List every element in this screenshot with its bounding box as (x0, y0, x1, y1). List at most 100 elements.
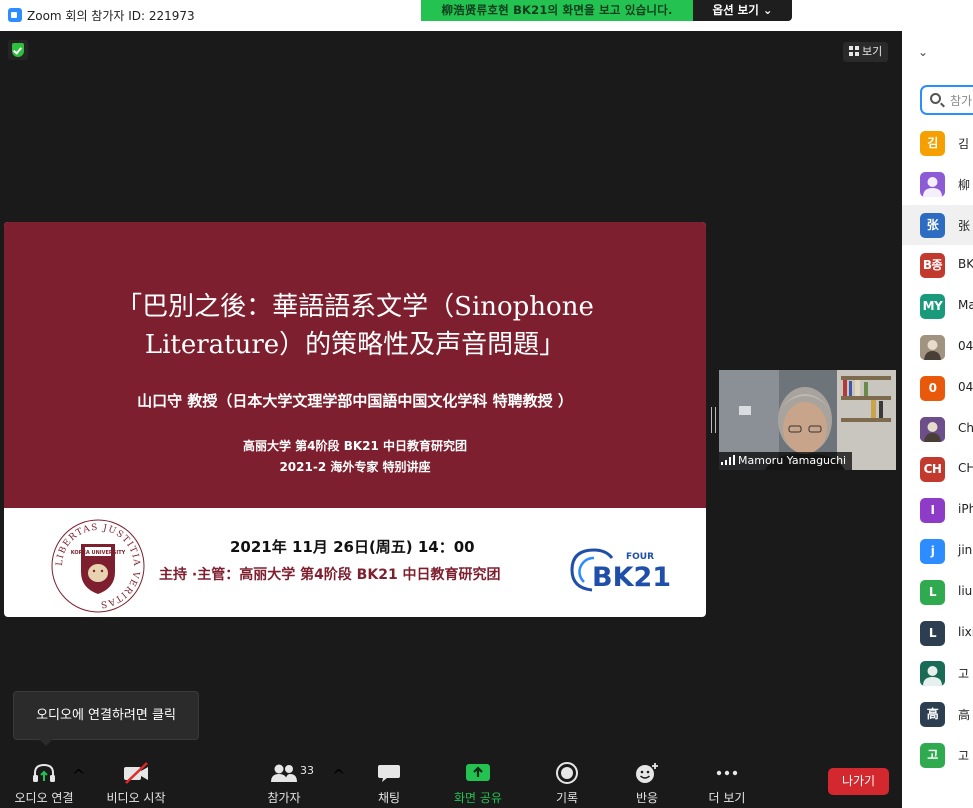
person-icon (920, 661, 945, 687)
participant-name: Ch (958, 420, 973, 435)
zoom-window: Zoom 회의 참가자 ID: 221973 柳浩贤류호현 BK21의 화면을 … (0, 0, 973, 808)
zoom-logo-icon (8, 8, 22, 22)
view-options-label: 옵션 보기 (712, 3, 759, 17)
avatar-initial: 张 (920, 212, 945, 238)
search-placeholder: 참가 (950, 94, 973, 108)
view-layout-button[interactable]: 보기 (843, 42, 889, 62)
shared-slide: 「巴別之後：華語語系文学（Sinophone Literature）的策略性及声… (4, 222, 706, 617)
participant-row[interactable]: 柳 (902, 164, 973, 205)
resize-handle[interactable] (711, 407, 716, 433)
slide-author: 山口守 教授（日本大学文理学部中国語中国文化学科 特聘教授 ） (137, 392, 573, 410)
slide-title-line-1: 「巴別之後：華語語系文学（Sinophone (116, 292, 594, 322)
participant-row[interactable]: 04 (902, 327, 973, 368)
signal-bars-icon (721, 455, 735, 465)
avatar-initial: 0 (920, 375, 945, 401)
record-icon (556, 762, 578, 784)
participant-name: 高 (958, 708, 971, 723)
participant-name: lixi (958, 624, 973, 639)
participant-video-tile[interactable]: Mamoru Yamaguchi (719, 370, 896, 470)
participant-row[interactable]: CH CH (902, 449, 973, 490)
participant-name: 张 (958, 218, 971, 233)
record-label: 기록 (555, 791, 579, 805)
more-button[interactable]: 더 보기 (700, 762, 754, 806)
participant-row[interactable]: B종 BK (902, 245, 973, 286)
reactions-label: 반응 (635, 791, 659, 805)
window-title: Zoom 회의 참가자 ID: 221973 (27, 9, 195, 23)
headphones-icon (33, 763, 55, 782)
participant-name: 김 (958, 137, 970, 151)
participant-name: CH (958, 461, 973, 476)
participant-row[interactable]: 고고 (902, 735, 973, 776)
avatar-initial: j (920, 538, 945, 564)
participant-row[interactable]: 高高 (902, 694, 973, 735)
avatar-initial: B종 (920, 253, 945, 279)
slide-title: 「巴別之後：華語語系文学（Sinophone Literature）的策略性及声… (4, 288, 706, 364)
search-icon (930, 93, 941, 104)
participant-name: 柳 (958, 177, 971, 192)
participant-row[interactable]: 고 (902, 653, 973, 694)
audio-options-caret-icon[interactable]: ^ (72, 766, 85, 785)
profile-photo-icon (920, 334, 945, 360)
participant-name: liu (958, 583, 973, 598)
avatar-initial: MY (920, 294, 945, 320)
view-options-button[interactable]: 옵션 보기 ⌄ (693, 0, 792, 21)
grid-icon (849, 46, 859, 56)
participant-row[interactable]: MY Ma (902, 286, 973, 327)
participant-row[interactable]: Llixi (902, 613, 973, 654)
participant-list: 김 김 柳张张 B종 BK MY Ma 04 0 04 Ch CH CH IiPh j jin Lliu Llix… (902, 123, 973, 776)
participant-name: 04 (958, 338, 973, 353)
security-shield-icon[interactable] (8, 40, 28, 60)
bk-four-text: FOUR (626, 552, 654, 562)
participant-name: 고 (958, 748, 970, 763)
participants-options-caret-icon[interactable]: ^ (332, 766, 345, 785)
share-screen-button[interactable]: 화면 공유 (446, 762, 510, 806)
start-video-button[interactable]: 비디오 시작 (100, 762, 172, 806)
screen-share-banner: 柳浩贤류호현 BK21의 화면을 보고 있습니다. (421, 0, 693, 21)
record-button[interactable]: 기록 (542, 762, 592, 806)
avatar-initial: CH (920, 457, 945, 483)
chat-button[interactable]: 채팅 (364, 762, 414, 806)
more-label: 더 보기 (708, 791, 746, 805)
video-name-label: Mamoru Yamaguchi (719, 452, 853, 470)
slide-org-line-2: 2021-2 海外专家 特别讲座 (279, 460, 431, 474)
view-layout-label: 보기 (862, 45, 883, 58)
bk-name-text: BK21 (592, 562, 671, 593)
avatar-initial: 고 (920, 742, 945, 768)
participants-label: 참가자 (267, 791, 301, 805)
participant-row[interactable]: Ch (902, 409, 973, 450)
participant-row[interactable]: j jin (902, 531, 973, 572)
participant-search-input[interactable]: 참가 (920, 85, 973, 115)
chat-label: 채팅 (377, 791, 401, 805)
participant-name: 04 (958, 379, 973, 394)
meeting-toolbar: 오디오 연결 ^ 비디오 시작 참가자 33 ^ 채팅 화면 공유 기록 반응 … (0, 758, 902, 808)
join-audio-button[interactable]: 오디오 연결 (8, 762, 80, 806)
slide-host: 主持 ·主管：高丽大学 第4阶段 BK21 中日教育研究团 (159, 567, 501, 583)
avatar-initial: L (920, 579, 945, 605)
join-audio-label: 오디오 연결 (14, 791, 74, 805)
participant-name: iPh (958, 502, 973, 517)
share-screen-label: 화면 공유 (454, 791, 502, 805)
avatar-initial: L (920, 620, 945, 646)
leave-meeting-button[interactable]: 나가기 (828, 768, 889, 795)
participant-row[interactable]: Lliu (902, 572, 973, 613)
avatar-initial: 김 (920, 131, 945, 156)
seal-inner-text: KOREA UNIVERSITY (71, 550, 126, 556)
participant-row[interactable]: IiPh (902, 490, 973, 531)
chat-icon (378, 765, 400, 782)
participants-icon (271, 764, 297, 782)
avatar-initial: I (920, 498, 945, 524)
profile-photo-icon (920, 416, 945, 442)
emoji-add-icon (636, 763, 658, 783)
person-icon (920, 171, 945, 197)
participant-row[interactable]: 김김 (902, 123, 973, 164)
participant-row[interactable]: 张张 (902, 204, 973, 246)
audio-connect-tooltip: 오디오에 연결하려면 클릭 (13, 691, 199, 746)
reactions-button[interactable]: 반응 (622, 762, 672, 806)
participant-name: jin (958, 542, 973, 557)
collapse-chevron-icon[interactable]: ⌄ (918, 45, 928, 59)
participant-row[interactable]: 0 04 (902, 368, 973, 409)
chevron-down-icon: ⌄ (762, 3, 773, 17)
slide-title-line-2: Literature）的策略性及声音問題」 (144, 330, 566, 360)
slide-date: 2021年 11月 26日(周五) 14：00 (230, 538, 475, 556)
slide-organizer: 高丽大学 第4阶段 BK21 中日教育研究团 2021-2 海外专家 特别讲座 (4, 436, 706, 478)
